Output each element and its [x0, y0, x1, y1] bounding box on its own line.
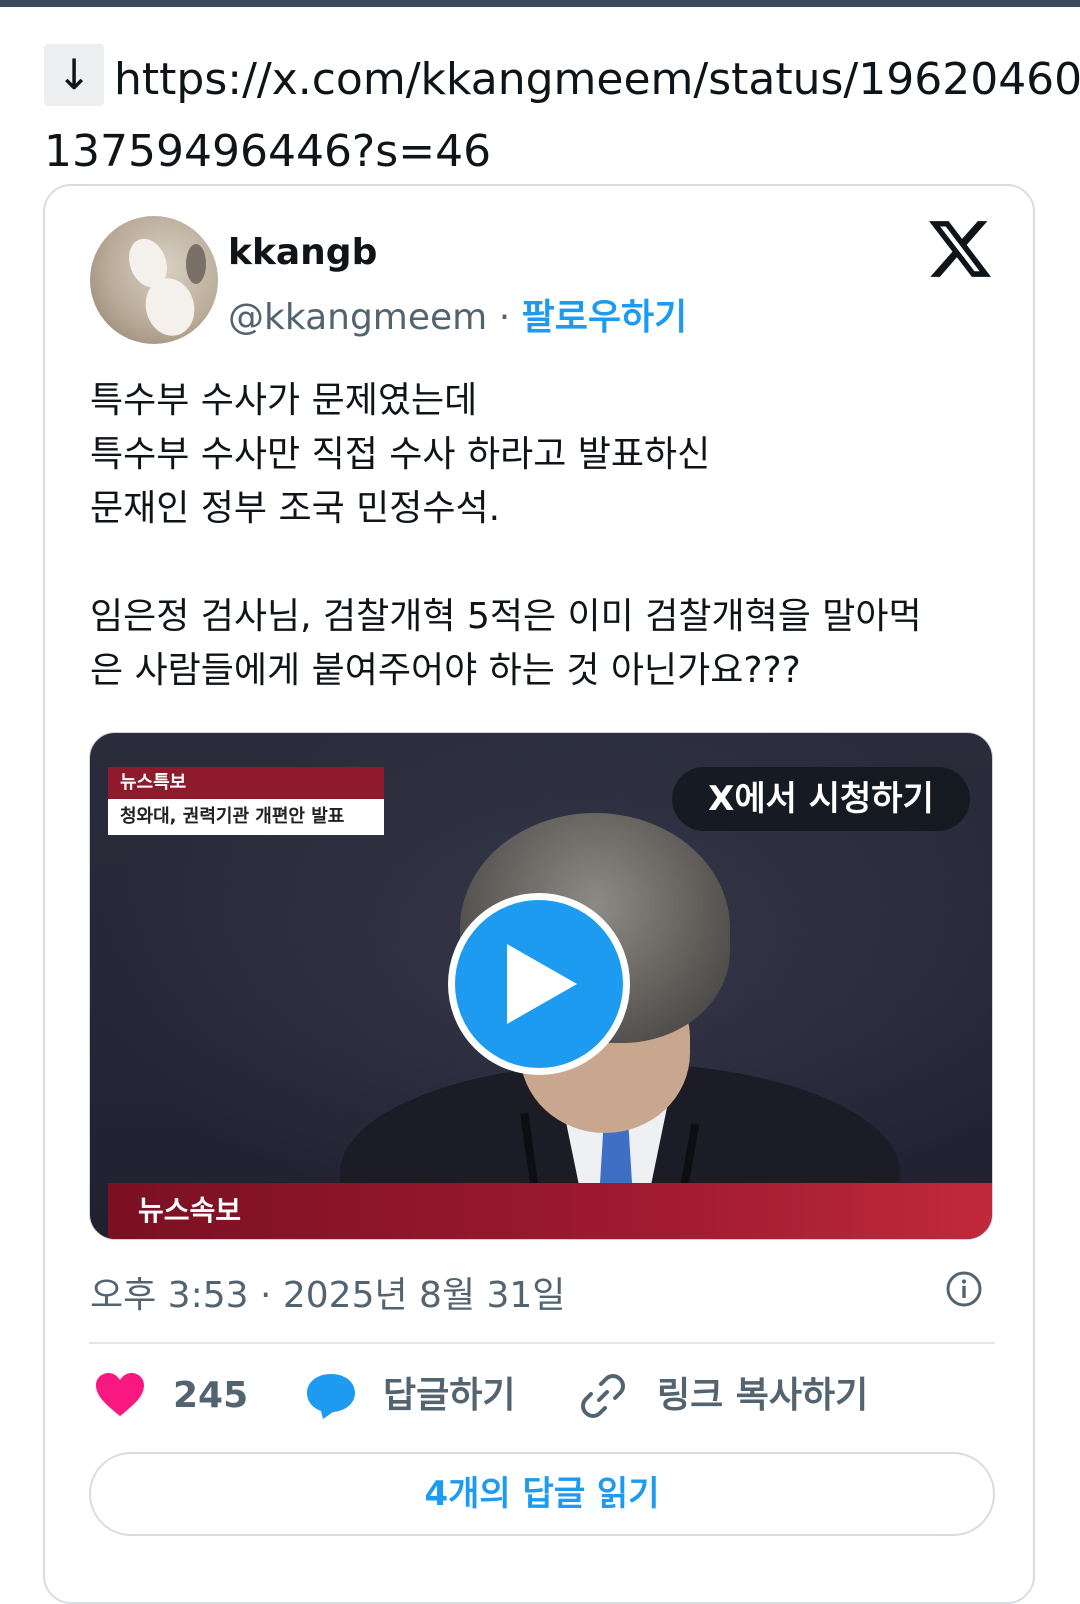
read-replies-button[interactable]: 4개의 답글 읽기: [89, 1452, 995, 1536]
reply-button[interactable]: 답글하기: [305, 1372, 545, 1420]
play-button[interactable]: [448, 893, 630, 1075]
url-block[interactable]: ↓ https://x.com/kkangmeem/status/1962046…: [44, 44, 1080, 177]
news-badge-caption: 청와대, 권력기관 개편안 발표: [108, 799, 384, 835]
top-accent-bar: [0, 0, 1080, 7]
tweet-text-line: 특수부 수사만 직접 수사 하라고 발표하신: [90, 434, 711, 475]
divider: [89, 1342, 995, 1344]
likes-count: 245: [173, 1375, 249, 1416]
news-badge: 뉴스특보 청와대, 권력기관 개편안 발표: [108, 767, 384, 835]
news-bottom-band: 뉴스속보: [108, 1183, 992, 1239]
x-logo-icon[interactable]: [929, 218, 991, 280]
news-bottom-label: 뉴스속보: [138, 1194, 242, 1227]
url-text-line2[interactable]: 13759496446?s=46: [44, 116, 491, 188]
tweet-embed-card[interactable]: kkangb @kkangmeem · 팔로우하기 특수부 수사가 문제였는데 …: [43, 184, 1035, 1604]
copy-link-button[interactable]: 링크 복사하기: [579, 1372, 909, 1420]
play-icon: [507, 944, 577, 1024]
down-arrow-icon: ↓: [44, 44, 104, 106]
author-handle[interactable]: @kkangmeem: [228, 297, 487, 338]
tweet-text-line: 은 사람들에게 붙여주어야 하는 것 아닌가요???: [90, 650, 801, 691]
copy-link-label: 링크 복사하기: [657, 1375, 869, 1416]
info-icon[interactable]: [945, 1270, 983, 1308]
heart-icon: [96, 1373, 144, 1416]
tweet-timestamp[interactable]: 오후 3:53 · 2025년 8월 31일: [90, 1266, 565, 1318]
reply-label: 답글하기: [383, 1375, 516, 1416]
tweet-text: 특수부 수사가 문제였는데 특수부 수사만 직접 수사 하라고 발표하신 문재인…: [90, 374, 990, 698]
like-button[interactable]: 245: [95, 1372, 265, 1420]
separator-dot: ·: [498, 297, 511, 338]
watch-on-x-button[interactable]: X에서 시청하기: [672, 767, 970, 831]
video-player[interactable]: 뉴스특보 청와대, 권력기관 개편안 발표 X에서 시청하기 뉴스속보: [89, 732, 993, 1240]
tweet-text-line: 특수부 수사가 문제였는데: [90, 380, 478, 421]
tweet-text-line: 문재인 정부 조국 민정수석.: [90, 488, 501, 529]
news-badge-label: 뉴스특보: [108, 767, 384, 799]
author-name[interactable]: kkangb: [228, 232, 377, 273]
tweet-text-line: 임은정 검사님, 검찰개혁 5적은 이미 검찰개혁을 말아먹: [90, 596, 922, 637]
follow-button[interactable]: 팔로우하기: [522, 297, 688, 338]
link-icon: [581, 1374, 625, 1418]
handle-row: @kkangmeem · 팔로우하기: [228, 288, 687, 340]
speech-bubble-icon: [307, 1374, 355, 1419]
url-text-line1[interactable]: https://x.com/kkangmeem/status/19620460: [114, 44, 1080, 116]
avatar[interactable]: [90, 216, 218, 344]
